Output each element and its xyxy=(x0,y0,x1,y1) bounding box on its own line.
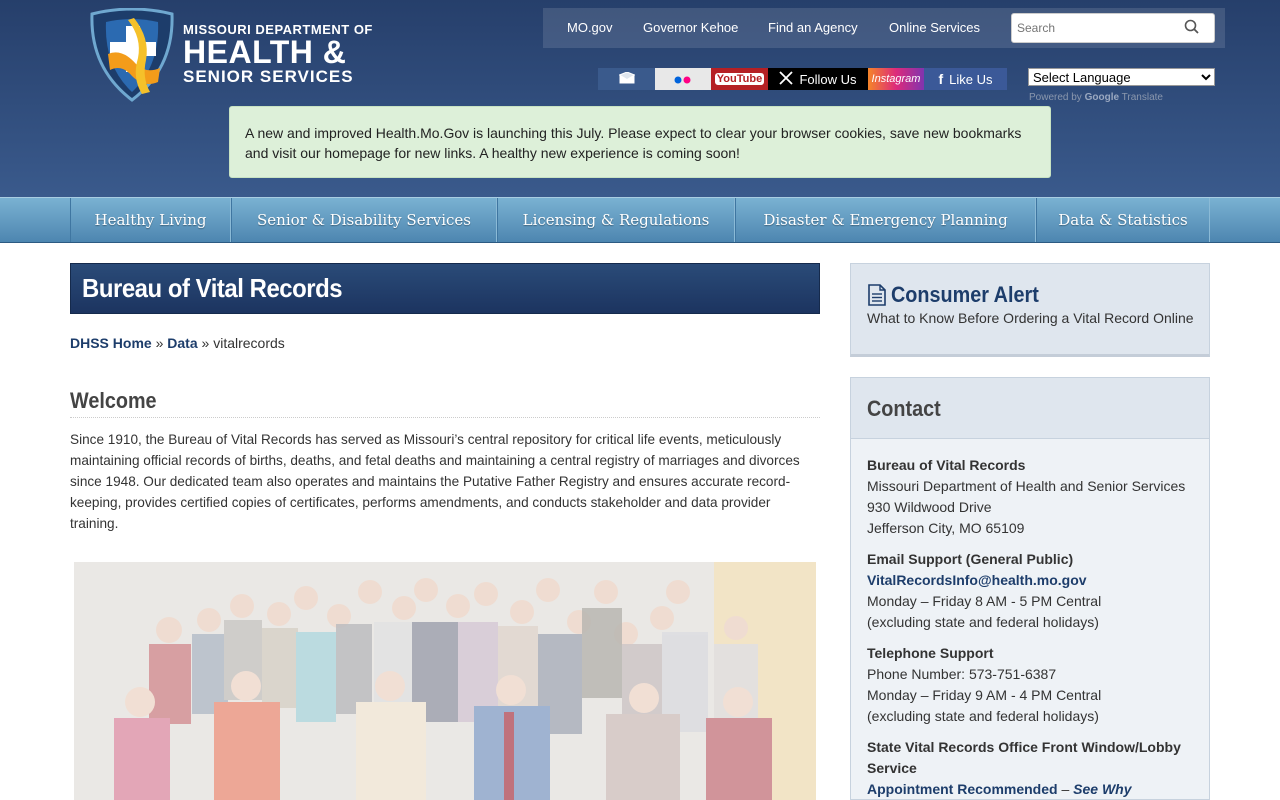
flickr-button[interactable] xyxy=(655,68,711,90)
org-address-city: Jefferson City, MO 65109 xyxy=(867,520,1025,536)
consumer-alert-title[interactable]: Consumer Alert xyxy=(891,282,1039,308)
org-address-street: 930 Wildwood Drive xyxy=(867,499,992,515)
breadcrumb-home[interactable]: DHSS Home xyxy=(70,335,152,351)
page-title-bar: Bureau of Vital Records xyxy=(70,263,820,314)
link-online-services[interactable]: Online Services xyxy=(889,20,980,35)
email-link[interactable]: VitalRecordsInfo@health.mo.gov xyxy=(867,570,1197,591)
site-notice-banner: A new and improved Health.Mo.Gov is laun… xyxy=(229,106,1051,178)
search-input[interactable] xyxy=(1012,14,1180,42)
facebook-like-button[interactable]: f Like Us xyxy=(924,68,1007,90)
contact-box: Contact Bureau of Vital Records Missouri… xyxy=(850,377,1210,800)
link-find-agency[interactable]: Find an Agency xyxy=(768,20,858,35)
shield-logo-icon xyxy=(90,8,174,102)
instagram-button[interactable]: Instagram xyxy=(868,68,924,90)
consumer-alert-subtitle: What to Know Before Ordering a Vital Rec… xyxy=(867,310,1194,326)
group-photo-image xyxy=(74,562,816,800)
welcome-section: Welcome xyxy=(70,388,820,418)
staff-group-photo xyxy=(74,562,816,800)
site-header: MISSOURI DEPARTMENT OF HEALTH & SENIOR S… xyxy=(0,0,1280,197)
see-why-link[interactable]: See Why xyxy=(1073,781,1131,797)
logo-line-2: HEALTH & xyxy=(183,34,347,70)
nav-healthy-living[interactable]: Healthy Living xyxy=(70,198,231,242)
x-icon xyxy=(779,70,794,88)
search-box xyxy=(1011,13,1215,43)
email-support-heading: Email Support (General Public) xyxy=(867,551,1074,567)
phone-number: Phone Number: 573-751-6387 xyxy=(867,666,1057,682)
logo-line-3: SENIOR SERVICES xyxy=(183,67,354,86)
breadcrumb: DHSS Home » Data » vitalrecords xyxy=(70,335,285,351)
x-follow-button[interactable]: Follow Us xyxy=(768,68,868,90)
org-name: Bureau of Vital Records xyxy=(867,457,1026,473)
appointment-line: Appointment Recommended – See Why xyxy=(867,781,1132,797)
phone-note: (excluding state and federal holidays) xyxy=(867,708,1099,724)
powered-by-google: Powered by Google Translate xyxy=(1029,92,1163,103)
telephone-support-heading: Telephone Support xyxy=(867,645,994,661)
intro-paragraph: Since 1910, the Bureau of Vital Records … xyxy=(70,432,800,531)
contact-details: Bureau of Vital Records Missouri Departm… xyxy=(867,455,1197,800)
email-note: (excluding state and federal holidays) xyxy=(867,614,1099,630)
welcome-heading: Welcome xyxy=(70,388,157,413)
language-select[interactable]: Select Language xyxy=(1028,68,1215,86)
page-title: Bureau of Vital Records xyxy=(82,273,343,303)
appointment-recommended: Appointment Recommended xyxy=(867,781,1058,797)
nav-data-statistics[interactable]: Data & Statistics xyxy=(1036,198,1210,242)
email-signup-button[interactable] xyxy=(598,68,655,90)
consumer-alert-box[interactable]: Consumer Alert What to Know Before Order… xyxy=(850,263,1210,357)
youtube-button[interactable]: YouTube xyxy=(711,68,768,90)
main-navigation: Healthy Living Senior & Disability Servi… xyxy=(0,197,1280,243)
contact-heading: Contact xyxy=(867,396,941,421)
like-us-label: Like Us xyxy=(949,71,993,87)
contact-header: Contact xyxy=(851,378,1209,439)
phone-hours: Monday – Friday 9 AM - 4 PM Central xyxy=(867,687,1102,703)
youtube-icon: YouTube xyxy=(714,73,765,85)
dhss-logo[interactable]: MISSOURI DEPARTMENT OF HEALTH & SENIOR S… xyxy=(88,8,378,103)
breadcrumb-data[interactable]: Data xyxy=(167,335,197,351)
document-icon xyxy=(867,284,887,310)
link-governor[interactable]: Governor Kehoe xyxy=(643,20,738,35)
email-hours: Monday – Friday 8 AM - 5 PM Central xyxy=(867,593,1102,609)
breadcrumb-current: vitalrecords xyxy=(213,335,285,351)
link-mo-gov[interactable]: MO.gov xyxy=(567,20,613,35)
org-line-1: Missouri Department of Health and Senior… xyxy=(867,478,1186,494)
google-logo: Google xyxy=(1084,92,1120,103)
follow-us-label: Follow Us xyxy=(799,71,857,87)
search-icon[interactable] xyxy=(1184,19,1200,39)
nav-senior-disability[interactable]: Senior & Disability Services xyxy=(231,198,497,242)
nav-disaster[interactable]: Disaster & Emergency Planning xyxy=(735,198,1036,242)
envelope-icon xyxy=(617,70,636,87)
flickr-icon xyxy=(673,72,693,87)
instagram-icon: Instagram xyxy=(871,73,921,85)
office-heading: State Vital Records Office Front Window/… xyxy=(867,739,1181,776)
facebook-icon: f xyxy=(938,71,944,87)
logo-text: MISSOURI DEPARTMENT OF HEALTH & SENIOR S… xyxy=(183,22,373,87)
nav-licensing[interactable]: Licensing & Regulations xyxy=(497,198,735,242)
